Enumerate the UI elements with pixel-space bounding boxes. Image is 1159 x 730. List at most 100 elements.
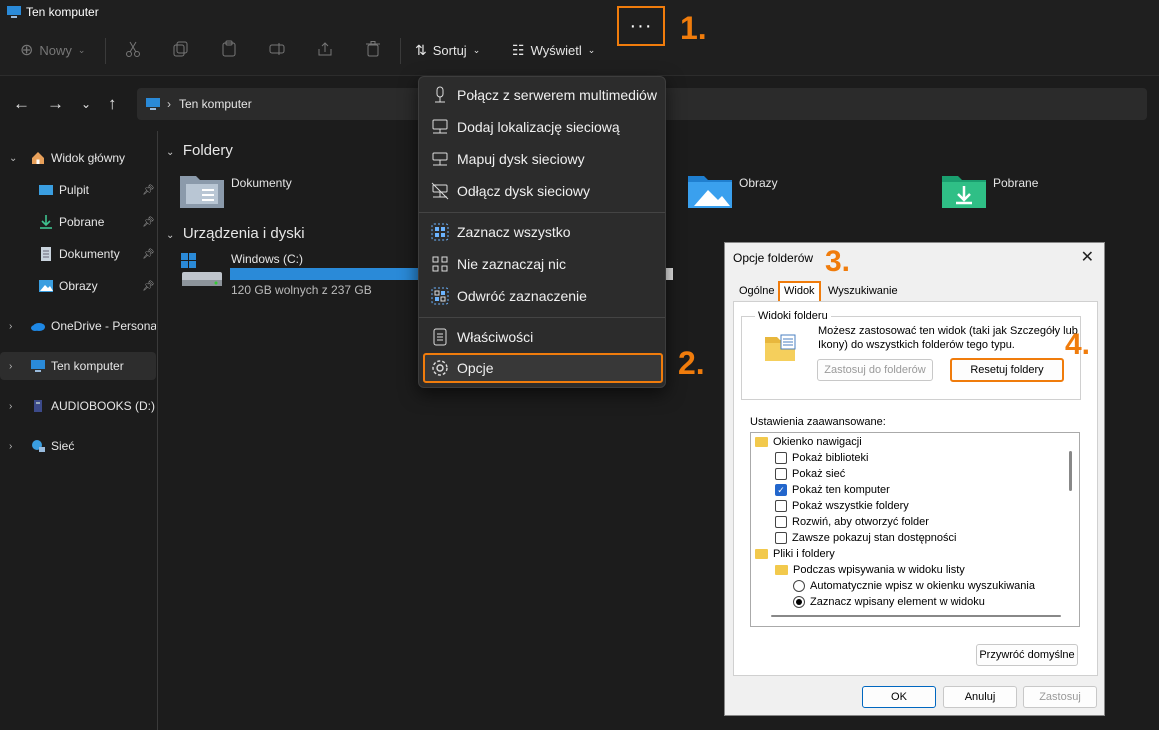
menu-item-connect-media-server[interactable]: Połącz z serwerem multimediów — [423, 80, 663, 110]
restore-defaults-button[interactable]: Przywróć domyślne — [976, 644, 1078, 666]
folders-section-header[interactable]: ⌄ Foldery — [166, 142, 233, 160]
apply-button[interactable]: Zastosuj — [1023, 686, 1097, 708]
drive-icon — [34, 400, 42, 412]
breadcrumb[interactable]: Ten komputer — [179, 97, 252, 111]
tree-label: Zawsze pokazuj stan dostępności — [792, 532, 957, 544]
advanced-settings-tree[interactable]: Okienko nawigacji Pokaż biblioteki Pokaż… — [750, 432, 1080, 627]
checkbox[interactable] — [775, 452, 787, 464]
horizontal-scrollbar-thumb[interactable] — [771, 615, 1061, 617]
cut-icon[interactable] — [124, 40, 142, 58]
drive-usage-fill — [230, 268, 448, 280]
menu-item-invert-selection[interactable]: Odwróć zaznaczenie — [423, 281, 663, 311]
up-arrow-icon[interactable]: ↑ — [108, 94, 117, 114]
menu-item-label: Odwróć zaznaczenie — [457, 288, 587, 304]
desktop-icon — [39, 185, 53, 195]
apply-to-folders-button[interactable]: Zastosuj do folderów — [817, 359, 933, 381]
share-icon[interactable] — [316, 40, 334, 58]
menu-item-properties[interactable]: Właściwości — [423, 322, 663, 352]
ok-button[interactable]: OK — [862, 686, 936, 708]
checkbox-expand-to-open-folder[interactable]: Rozwiń, aby otworzyć folder — [775, 514, 929, 530]
menu-item-disconnect-network-drive[interactable]: Odłącz dysk sieciowy — [423, 176, 663, 206]
sidebar-item-label: AUDIOBOOKS (D:) — [51, 399, 156, 413]
menu-item-map-network-drive[interactable]: Mapuj dysk sieciowy — [423, 144, 663, 174]
tree-label: Pokaż wszystkie foldery — [792, 500, 909, 512]
network-icon — [32, 440, 45, 452]
forward-arrow-icon[interactable]: → — [47, 94, 64, 114]
tab-general[interactable]: Ogólne — [735, 283, 778, 301]
tree-label: Pokaż ten komputer — [792, 484, 890, 496]
sidebar-item-label: Sieć — [51, 439, 75, 453]
checkbox-show-libraries[interactable]: Pokaż biblioteki — [775, 450, 868, 466]
reset-folders-button[interactable]: Resetuj foldery — [950, 358, 1064, 382]
disconnect-drive-icon — [431, 182, 449, 200]
chevron-down-icon: ⌄ — [9, 152, 18, 164]
chevron-right-icon: › — [9, 440, 13, 452]
select-none-icon — [432, 256, 448, 272]
rename-icon[interactable] — [268, 40, 286, 58]
close-icon[interactable]: ✕ — [1081, 247, 1094, 267]
computer-icon — [31, 360, 45, 372]
folder-item-documents[interactable]: Dokumenty — [180, 170, 420, 212]
command-bar: ⊕ Nowy ⌄ ⇅ Sortuj ⌄ ☷ Wyświetl ⌄ — [0, 24, 1159, 76]
menu-item-label: Właściwości — [457, 329, 534, 345]
view-label: Wyświetl — [530, 42, 582, 58]
checkbox-show-this-pc[interactable]: ✓ Pokaż ten komputer — [775, 482, 890, 498]
group-description: Możesz zastosować ten widok (taki jak Sz… — [818, 325, 1078, 351]
cloud-icon — [31, 323, 45, 331]
radio-auto-type-search[interactable]: Automatycznie wpisz w okienku wyszukiwan… — [793, 578, 1035, 594]
sidebar-item-downloads[interactable]: Pobrane 📌︎ — [0, 208, 156, 236]
checkbox-show-network[interactable]: Pokaż sieć — [775, 466, 845, 482]
radio-button[interactable] — [793, 580, 805, 592]
sidebar-item-desktop[interactable]: Pulpit 📌︎ — [0, 176, 156, 204]
see-more-button[interactable]: ··· — [617, 6, 665, 46]
new-button[interactable]: ⊕ Nowy ⌄ — [20, 36, 85, 64]
invert-selection-icon — [431, 287, 449, 305]
sidebar-item-this-pc[interactable]: › Ten komputer — [0, 352, 156, 380]
menu-item-select-all[interactable]: Zaznacz wszystko — [423, 217, 663, 247]
checkbox[interactable] — [775, 500, 787, 512]
drives-section-header[interactable]: ⌄ Urządzenia i dyski — [166, 225, 305, 243]
back-arrow-icon[interactable]: ← — [13, 94, 30, 114]
menu-item-add-network-location[interactable]: Dodaj lokalizację sieciową — [423, 112, 663, 142]
sidebar-item-network[interactable]: › Sieć — [0, 432, 156, 460]
checkbox[interactable] — [775, 532, 787, 544]
sidebar-item-label: OneDrive - Personal — [51, 319, 156, 333]
cancel-button[interactable]: Anuluj — [943, 686, 1017, 708]
checkbox-always-show-availability[interactable]: Zawsze pokazuj stan dostępności — [775, 530, 956, 546]
recent-chevron-icon[interactable]: ⌄ — [81, 97, 91, 111]
menu-item-select-none[interactable]: Nie zaznaczaj nic — [423, 249, 663, 279]
tree-node-navigation-pane: Okienko nawigacji — [755, 434, 862, 450]
folder-item-downloads[interactable]: Pobrane — [942, 170, 1142, 212]
folder-label: Dokumenty — [231, 176, 292, 190]
documents-folder-icon — [180, 176, 224, 208]
folder-item-pictures[interactable]: Obrazy — [688, 170, 888, 212]
tree-label: Automatycznie wpisz w okienku wyszukiwan… — [810, 580, 1035, 592]
vertical-scrollbar-thumb[interactable] — [1069, 451, 1072, 491]
tab-search[interactable]: Wyszukiwanie — [824, 283, 902, 301]
chevron-down-icon: ⌄ — [587, 44, 596, 55]
radio-select-typed-item[interactable]: Zaznacz wpisany element w widoku — [793, 594, 985, 610]
copy-icon[interactable] — [172, 40, 190, 58]
sidebar-item-home[interactable]: ⌄ Widok główny — [0, 144, 156, 172]
home-icon — [32, 152, 44, 164]
sort-button[interactable]: ⇅ Sortuj ⌄ — [415, 36, 480, 64]
menu-item-options[interactable]: Opcje — [423, 353, 663, 383]
paste-icon[interactable] — [220, 40, 238, 58]
sidebar-item-documents[interactable]: Dokumenty 📌︎ — [0, 240, 156, 268]
sidebar-item-pictures[interactable]: Obrazy 📌︎ — [0, 272, 156, 300]
sort-label: Sortuj — [432, 42, 467, 58]
tab-view[interactable]: Widok — [778, 281, 821, 301]
delete-icon[interactable] — [364, 40, 382, 58]
sidebar-item-onedrive[interactable]: › OneDrive - Personal — [0, 312, 156, 340]
new-label: Nowy — [39, 42, 72, 58]
checkbox-show-all-folders[interactable]: Pokaż wszystkie foldery — [775, 498, 909, 514]
menu-item-label: Połącz z serwerem multimediów — [457, 87, 657, 103]
radio-button-selected[interactable] — [793, 596, 805, 608]
sidebar-item-audiobooks[interactable]: › AUDIOBOOKS (D:) — [0, 392, 156, 420]
view-button[interactable]: ☷ Wyświetl ⌄ — [512, 36, 595, 64]
tree-label: Pokaż biblioteki — [792, 452, 869, 464]
computer-icon — [7, 6, 21, 18]
checkbox-checked[interactable]: ✓ — [775, 484, 787, 496]
checkbox[interactable] — [775, 516, 787, 528]
checkbox[interactable] — [775, 468, 787, 480]
